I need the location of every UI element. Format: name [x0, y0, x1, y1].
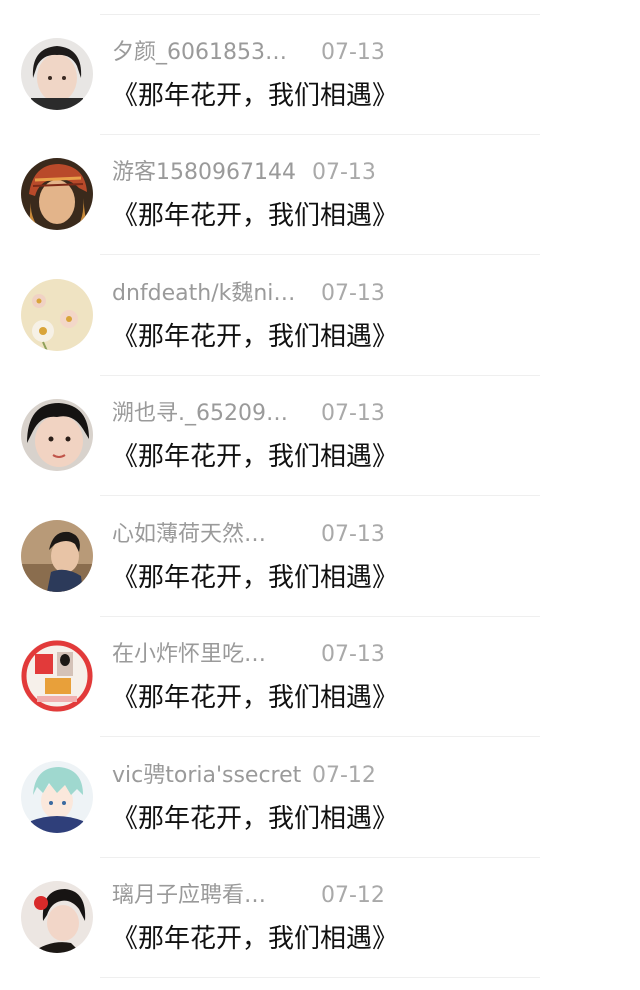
avatar[interactable] [21, 520, 93, 592]
username[interactable]: 夕颜_6061853… [112, 38, 287, 68]
divider [100, 977, 540, 978]
username[interactable]: 游客1580967144 [112, 158, 296, 188]
comment-list: 夕颜_6061853… 07-13 《那年花开，我们相遇》 游客15809671… [0, 0, 640, 990]
list-item[interactable]: 在小炸怀里吃… 07-13 《那年花开，我们相遇》 [0, 602, 640, 737]
comment-text: 《那年花开，我们相遇》 [112, 924, 399, 954]
list-item[interactable]: 璃月子应聘看… 07-12 《那年花开，我们相遇》 [0, 843, 640, 978]
avatar[interactable] [21, 881, 93, 953]
comment-text: 《那年花开，我们相遇》 [112, 563, 399, 593]
list-item[interactable]: 游客1580967144 07-13 《那年花开，我们相遇》 [0, 120, 640, 255]
list-item[interactable]: vic骋toria'ssecret 07-12 《那年花开，我们相遇》 [0, 723, 640, 858]
list-item[interactable]: dnfdeath/k魏ni… 07-13 《那年花开，我们相遇》 [0, 241, 640, 376]
list-item[interactable]: 溯也寻._65209… 07-13 《那年花开，我们相遇》 [0, 361, 640, 496]
list-item[interactable]: 心如薄荷天然… 07-13 《那年花开，我们相遇》 [0, 482, 640, 617]
avatar[interactable] [21, 38, 93, 110]
comment-date: 07-13 [321, 522, 385, 547]
avatar[interactable] [21, 279, 93, 351]
comment-text: 《那年花开，我们相遇》 [112, 201, 399, 231]
comment-text: 《那年花开，我们相遇》 [112, 804, 399, 834]
username[interactable]: 溯也寻._65209… [112, 399, 288, 429]
avatar[interactable] [21, 158, 93, 230]
comment-text: 《那年花开，我们相遇》 [112, 442, 399, 472]
username[interactable]: dnfdeath/k魏ni… [112, 279, 295, 309]
comment-date: 07-13 [321, 642, 385, 667]
comment-date: 07-13 [312, 160, 376, 185]
comment-date: 07-13 [321, 281, 385, 306]
avatar[interactable] [21, 640, 93, 712]
comment-text: 《那年花开，我们相遇》 [112, 322, 399, 352]
comment-date: 07-13 [321, 40, 385, 65]
comment-date: 07-12 [312, 763, 376, 788]
avatar[interactable] [21, 761, 93, 833]
username[interactable]: 心如薄荷天然… [112, 520, 266, 550]
username[interactable]: 璃月子应聘看… [112, 881, 266, 911]
comment-date: 07-13 [321, 401, 385, 426]
username[interactable]: 在小炸怀里吃… [112, 640, 266, 670]
comment-date: 07-12 [321, 883, 385, 908]
list-item[interactable]: 夕颜_6061853… 07-13 《那年花开，我们相遇》 [0, 0, 640, 135]
username[interactable]: vic骋toria'ssecret [112, 761, 301, 791]
comment-text: 《那年花开，我们相遇》 [112, 81, 399, 111]
comment-text: 《那年花开，我们相遇》 [112, 683, 399, 713]
avatar[interactable] [21, 399, 93, 471]
